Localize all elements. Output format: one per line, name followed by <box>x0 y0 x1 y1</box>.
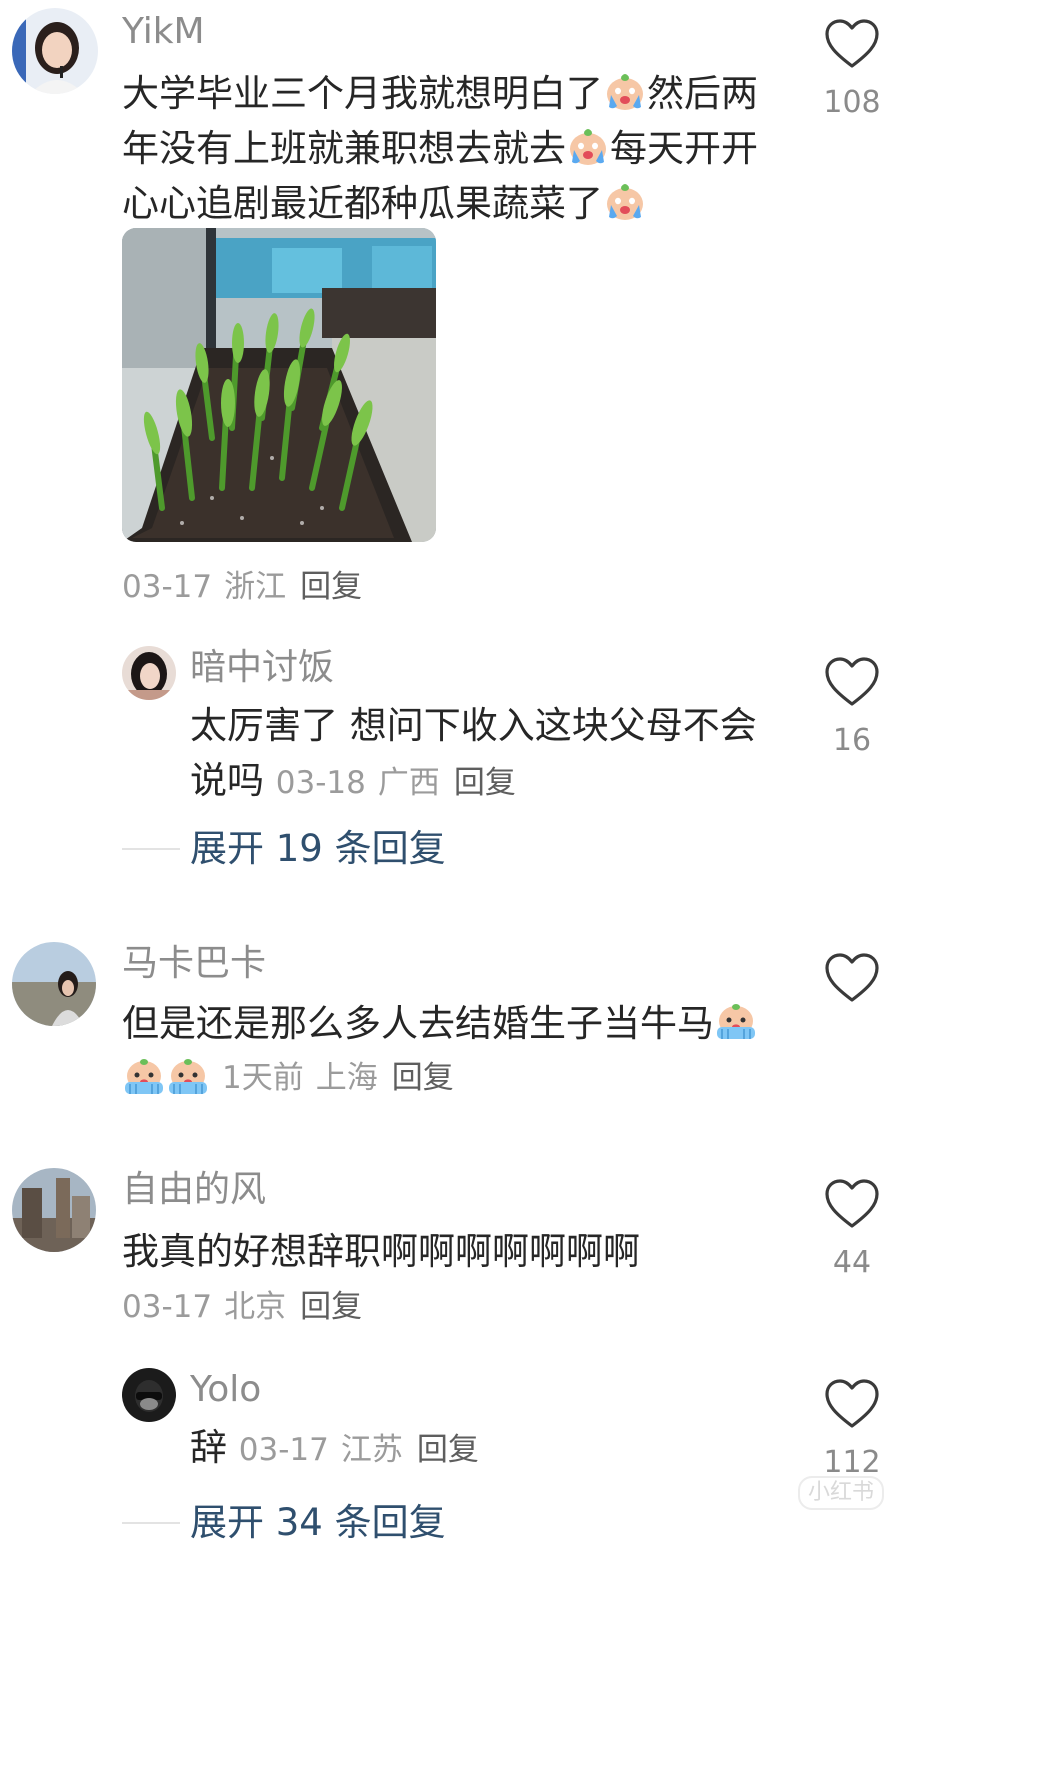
avatar[interactable] <box>12 1168 96 1252</box>
crying-emoji-icon <box>603 179 647 223</box>
comment-location: 广西 <box>377 765 440 801</box>
like-count: 108 <box>823 85 881 120</box>
reply-button[interactable]: 回复 <box>392 1060 454 1096</box>
watermark-logo: 小红书 <box>798 1476 885 1510</box>
comment-location: 北京 <box>224 1289 287 1325</box>
like-count: 44 <box>832 1245 872 1280</box>
heart-outline-icon <box>824 1378 880 1430</box>
covering-face-emoji-icon <box>714 999 758 1043</box>
reply-button[interactable]: 回复 <box>300 569 362 605</box>
comment-text: 大学毕业三个月我就想明白了 然后两 年没有上班就兼职想去就去 每天开开 心心追剧最近… <box>122 66 758 231</box>
comment-location: 上海 <box>315 1060 378 1096</box>
like-button[interactable]: 44 <box>815 1178 889 1278</box>
like-button[interactable] <box>815 952 889 1022</box>
avatar[interactable] <box>12 942 96 1026</box>
comment-date: 03-17 <box>238 1432 329 1468</box>
avatar[interactable] <box>12 8 98 94</box>
avatar[interactable] <box>122 646 176 700</box>
comment-date: 03-18 <box>275 765 366 801</box>
username[interactable]: 自由的风 <box>122 1172 266 1208</box>
username[interactable]: 马卡巴卡 <box>122 946 266 982</box>
comment-text: 我真的好想辞职啊啊啊啊啊啊啊 <box>122 1230 640 1273</box>
heart-outline-icon <box>824 656 880 708</box>
comment-meta: 03-17 北京 回复 <box>122 1292 362 1323</box>
covering-face-emoji-icon <box>166 1054 210 1098</box>
covering-face-emoji-icon <box>122 1054 166 1098</box>
heart-outline-icon <box>824 1178 880 1230</box>
comment-date: 03-17 <box>122 569 213 605</box>
heart-outline-icon <box>824 952 880 1004</box>
comment-location: 浙江 <box>224 569 287 605</box>
username[interactable]: YikM <box>122 14 205 50</box>
heart-outline-icon <box>824 18 880 70</box>
username[interactable]: Yolo <box>190 1372 261 1408</box>
like-count: 16 <box>832 723 872 758</box>
comment-meta: 1天前 上海 回复 <box>122 1054 454 1098</box>
like-button[interactable]: 108 <box>815 18 889 118</box>
divider <box>122 848 180 850</box>
comment-meta: 03-17 浙江 回复 <box>122 572 362 603</box>
comment-date: 03-17 <box>122 1289 213 1325</box>
comment-date: 1天前 <box>222 1060 304 1096</box>
expand-replies-button[interactable]: 展开 19 条回复 <box>190 830 446 867</box>
divider <box>122 1522 180 1524</box>
comment-text: 辞 03-17 江苏 回复 <box>190 1426 479 1469</box>
username[interactable]: 暗中讨饭 <box>190 650 334 686</box>
crying-emoji-icon <box>603 69 647 113</box>
like-button[interactable]: 112 <box>815 1378 889 1478</box>
comment-image[interactable] <box>122 228 436 542</box>
comment-text: 太厉害了 想问下收入这块父母不会 说吗 03-18 广西 回复 <box>190 704 757 802</box>
reply-button[interactable]: 回复 <box>454 765 516 801</box>
crying-emoji-icon <box>566 124 610 168</box>
like-button[interactable]: 16 <box>815 656 889 756</box>
reply-button[interactable]: 回复 <box>417 1432 479 1468</box>
avatar[interactable] <box>122 1368 176 1422</box>
comment-location: 江苏 <box>340 1432 403 1468</box>
reply-button[interactable]: 回复 <box>300 1289 362 1325</box>
expand-replies-button[interactable]: 展开 34 条回复 <box>190 1504 446 1541</box>
like-count: 112 <box>823 1445 881 1480</box>
comment-text: 但是还是那么多人去结婚生子当牛马 <box>122 996 758 1051</box>
